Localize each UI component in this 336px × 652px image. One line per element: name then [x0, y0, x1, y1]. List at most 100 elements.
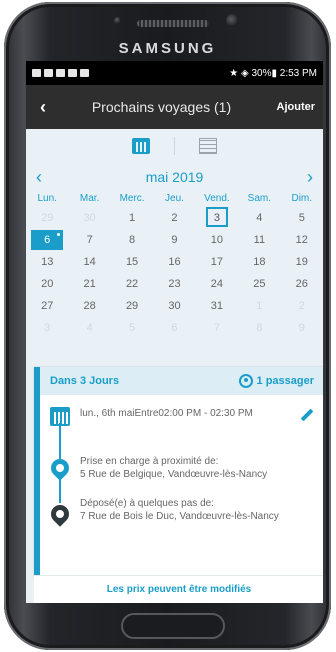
calendar-day: 7 [213, 322, 220, 334]
toggle-divider [174, 137, 175, 155]
calendar-day[interactable]: 22 [111, 273, 153, 295]
next-month-button[interactable]: › [307, 167, 313, 188]
calendar-day[interactable]: 19 [281, 251, 323, 273]
calendar-day: 2 [298, 300, 305, 312]
calendar-day[interactable]: 5 [281, 207, 323, 229]
pickup-row: Prise en charge à proximité de: 5 Rue de… [47, 455, 314, 485]
notification-icon [44, 69, 53, 77]
calendar-day[interactable]: 2 [153, 207, 195, 229]
calendar-day-selected[interactable]: 6 [31, 230, 64, 250]
calendar-day[interactable]: 9 [153, 229, 195, 251]
status-bar: ★ ◈ 30%▮ 2:53 PM [26, 61, 323, 85]
trip-card[interactable]: Dans 3 Jours 1 passager lun., 6th maiEnt… [34, 367, 323, 577]
today-number: 3 [205, 207, 228, 227]
calendar-week: 29 30 1 2 3 4 5 [26, 207, 323, 229]
calendar-day[interactable]: 18 [238, 251, 280, 273]
pickup-address: 5 Rue de Belgique, Vandœuvre-lès-Nancy [80, 469, 268, 480]
notification-icon [68, 69, 77, 77]
add-button[interactable]: Ajouter [263, 101, 323, 113]
calendar-day[interactable]: 21 [68, 273, 110, 295]
prev-month-button[interactable]: ‹ [36, 167, 42, 188]
weekday-label: Sam. [247, 193, 272, 204]
trip-countdown: Dans 3 Jours [50, 375, 120, 387]
calendar-day[interactable]: 27 [26, 295, 68, 317]
calendar-day[interactable]: 12 [281, 229, 323, 251]
weekday-label: Dim. [291, 193, 313, 204]
calendar-day[interactable]: 11 [238, 229, 280, 251]
device-brand: SAMSUNG [118, 40, 217, 57]
month-navigation: ‹ mai 2019 › [26, 163, 323, 191]
calendar-day: 4 [86, 322, 93, 334]
page-title: Prochains voyages (1) [91, 99, 232, 115]
calendar-day[interactable]: 13 [26, 251, 68, 273]
back-button[interactable]: ‹ [26, 97, 60, 118]
notification-icon [32, 69, 41, 77]
passenger-label: 1 passager [256, 375, 314, 387]
screen: ★ ◈ 30%▮ 2:53 PM ‹ Prochains voyages (1)… [26, 61, 323, 603]
notification-icons [32, 69, 89, 77]
list-icon[interactable] [199, 138, 217, 154]
calendar-day: 3 [44, 322, 51, 334]
calendar-day[interactable]: 1 [111, 207, 153, 229]
calendar-day[interactable]: 25 [238, 273, 280, 295]
calendar-day[interactable]: 15 [111, 251, 153, 273]
weekday-label: Vend. [204, 193, 230, 204]
pickup-label: Prise en charge à proximité de: [80, 456, 219, 467]
price-notice: Les prix peuvent être modifiés [34, 575, 323, 603]
camera-icon [226, 14, 239, 27]
calendar-week: 13 14 15 16 17 18 19 [26, 251, 323, 273]
calendar-week: 3 4 5 6 7 8 9 [26, 317, 323, 339]
calendar-day[interactable]: 4 [238, 207, 280, 229]
dropoff-pin-icon [47, 501, 73, 527]
earpiece-speaker [137, 20, 209, 27]
calendar-day[interactable]: 20 [26, 273, 68, 295]
pickup-pin-icon [47, 455, 73, 481]
calendar-day[interactable]: 26 [281, 273, 323, 295]
status-right: ★ ◈ 30%▮ 2:53 PM [229, 67, 317, 79]
calendar-day: 29 [41, 212, 54, 224]
weekday-label: Mar. [79, 193, 100, 204]
calendar-day-today[interactable]: 3 [196, 207, 238, 229]
calendar-day[interactable]: 14 [68, 251, 110, 273]
calendar-week: 6 7 8 9 10 11 12 [26, 229, 323, 251]
edit-icon[interactable] [300, 408, 314, 422]
trip-card-header: Dans 3 Jours 1 passager [34, 367, 323, 395]
month-title: mai 2019 [145, 169, 204, 185]
calendar-day[interactable]: 23 [153, 273, 195, 295]
notification-icon [80, 69, 89, 77]
phone-frame: SAMSUNG ★ ◈ 30%▮ 2:53 PM ‹ Prochains voy… [4, 2, 331, 650]
calendar-day: 30 [83, 212, 96, 224]
dropoff-address: 7 Rue de Bois le Duc, Vandœuvre-lès-Nanc… [80, 511, 279, 522]
calendar-day[interactable]: 30 [153, 295, 195, 317]
calendar-day[interactable]: 8 [111, 229, 153, 251]
calendar-week: 20 21 22 23 24 25 26 [26, 273, 323, 295]
card-accent-stripe [34, 367, 40, 577]
weekday-label: Merc. [119, 193, 145, 204]
weekday-label: Lun. [37, 193, 57, 204]
trip-datetime-row: lun., 6th maiEntre02:00 PM - 02:30 PM [50, 407, 314, 437]
home-button[interactable] [121, 613, 225, 639]
weekday-header: Lun. Mar. Merc. Jeu. Vend. Sam. Dim. [26, 191, 323, 207]
calendar-day[interactable]: 31 [196, 295, 238, 317]
sensor-icon [114, 17, 121, 24]
passenger-count: 1 passager [238, 374, 314, 388]
view-toggle [26, 129, 323, 163]
person-icon [238, 374, 253, 388]
calendar-grid: 29 30 1 2 3 4 5 6 7 8 9 10 11 12 13 14 1… [26, 207, 323, 339]
calendar-day: 5 [129, 322, 136, 334]
calendar-icon[interactable] [132, 138, 150, 154]
calendar-day[interactable]: 16 [153, 251, 195, 273]
dropoff-label: Déposé(e) à quelques pas de: [80, 498, 214, 509]
calendar-day: 1 [256, 300, 263, 312]
calendar-day[interactable]: 17 [196, 251, 238, 273]
calendar-day[interactable]: 24 [196, 273, 238, 295]
app-bar: ‹ Prochains voyages (1) Ajouter [26, 85, 323, 129]
calendar-day[interactable]: 10 [196, 229, 238, 251]
calendar-day[interactable]: 29 [111, 295, 153, 317]
calendar-day[interactable]: 7 [68, 229, 110, 251]
weekday-label: Jeu. [165, 193, 184, 204]
trip-datetime: lun., 6th maiEntre02:00 PM - 02:30 PM [80, 408, 253, 419]
notification-icon [56, 69, 65, 77]
calendar-day[interactable]: 28 [68, 295, 110, 317]
calendar-day: 6 [171, 322, 178, 334]
